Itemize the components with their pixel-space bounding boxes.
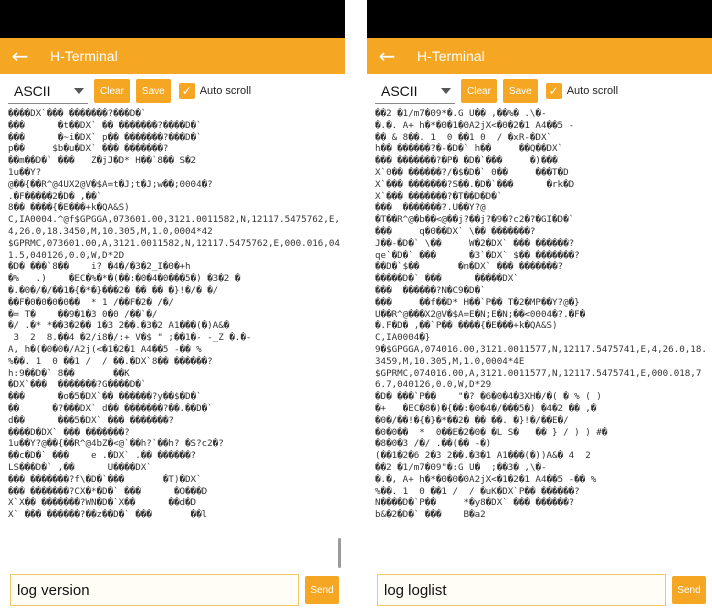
scrollbar[interactable]	[338, 538, 341, 568]
send-button[interactable]: Send	[305, 576, 339, 604]
checkmark-icon: ✓	[181, 84, 192, 98]
app-title: H-Terminal	[417, 48, 485, 64]
command-input[interactable]	[377, 574, 666, 606]
command-bar: Send	[367, 570, 712, 610]
toolbar: ASCII Clear Save ✓ Auto scroll	[0, 74, 345, 108]
left-phone-screen: ← H-Terminal ASCII Clear Save ✓ Auto scr…	[0, 0, 345, 610]
back-arrow-icon[interactable]: ←	[0, 38, 40, 74]
toolbar: ASCII Clear Save ✓ Auto scroll	[367, 74, 712, 108]
app-bar: ← H-Terminal	[0, 38, 345, 74]
auto-scroll-label: Auto scroll	[199, 85, 252, 97]
back-arrow-icon[interactable]: ←	[367, 38, 407, 74]
encoding-value: ASCII	[381, 82, 418, 99]
log-text: ��2 �1/m7�09*�.G U�� ,��%� .\�- �.�. A+ …	[375, 108, 707, 521]
right-phone-screen: ← H-Terminal ASCII Clear Save ✓ Auto scr…	[367, 0, 712, 610]
clear-button[interactable]: Clear	[461, 79, 497, 103]
command-input[interactable]	[10, 574, 299, 606]
clear-button[interactable]: Clear	[94, 79, 130, 103]
checkmark-icon: ✓	[548, 84, 559, 98]
send-button[interactable]: Send	[672, 576, 706, 604]
app-title: H-Terminal	[50, 48, 118, 64]
auto-scroll-checkbox[interactable]: ✓	[545, 83, 562, 99]
auto-scroll-checkbox[interactable]: ✓	[178, 83, 195, 99]
status-bar	[0, 0, 345, 38]
log-text: ����DX`��� �������?���D�` ��� �t��DX` ��…	[8, 108, 340, 521]
log-output[interactable]: ��2 �1/m7�09*�.G U�� ,��%� .\�- �.�. A+ …	[375, 108, 708, 568]
status-bar	[367, 0, 712, 38]
encoding-value: ASCII	[14, 82, 51, 99]
command-bar: Send	[0, 570, 345, 610]
encoding-select[interactable]: ASCII	[8, 78, 88, 104]
auto-scroll-label: Auto scroll	[566, 85, 619, 97]
chevron-down-icon	[441, 87, 451, 94]
save-button[interactable]: Save	[502, 79, 538, 103]
chevron-down-icon	[74, 87, 84, 94]
log-output[interactable]: ����DX`��� �������?���D�` ��� �t��DX` ��…	[8, 108, 341, 568]
save-button[interactable]: Save	[135, 79, 171, 103]
app-bar: ← H-Terminal	[367, 38, 712, 74]
encoding-select[interactable]: ASCII	[375, 78, 455, 104]
